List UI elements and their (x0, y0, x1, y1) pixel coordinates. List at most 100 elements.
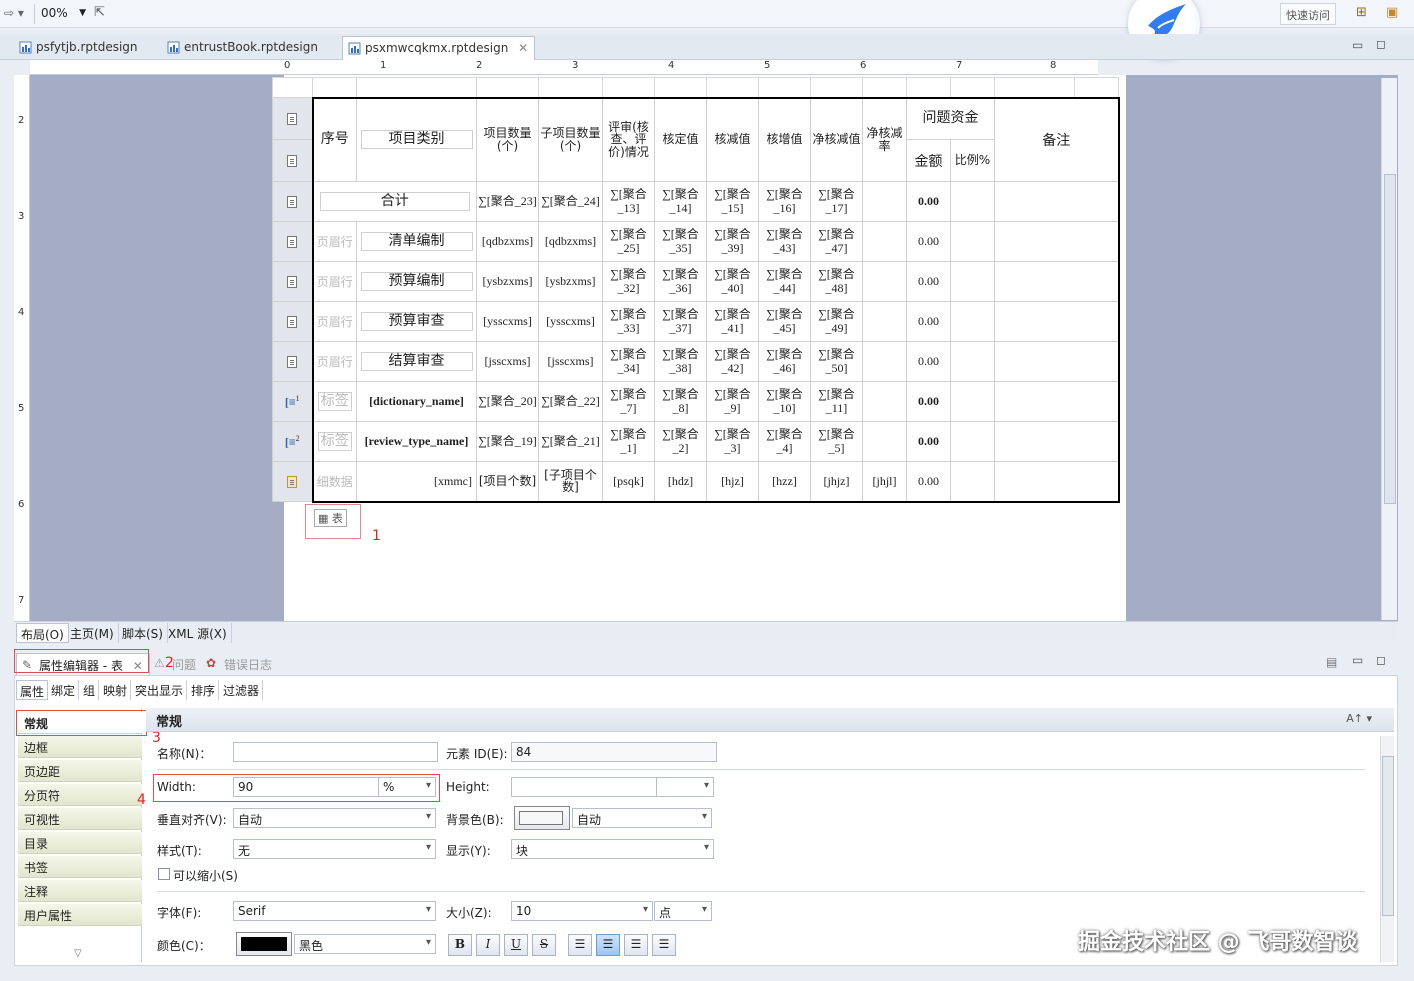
group-cell[interactable]: ∑[聚合_11] (810, 381, 863, 422)
header-jhjl[interactable]: 净核减率 (862, 96, 907, 182)
zoom-combo[interactable]: 00% ▼ (34, 4, 88, 24)
row-cell[interactable]: ∑[聚合_43] (758, 221, 811, 262)
row-cell[interactable]: ∑[聚合_35] (654, 221, 707, 262)
group-cell[interactable]: ∑[聚合_21] (538, 421, 603, 462)
subtab-group[interactable]: 组 (80, 680, 100, 700)
row-name-cell[interactable]: 清单编制 (356, 221, 477, 262)
align-right-button[interactable]: ☰ (624, 934, 648, 956)
category-bookmark[interactable]: 书签 (18, 856, 142, 878)
group-cell[interactable] (862, 381, 907, 422)
minimize-icon[interactable]: ▭ (1352, 653, 1363, 667)
row-cell[interactable]: [ysscxms] (538, 301, 603, 342)
row-cell[interactable] (950, 261, 995, 302)
height-unit-select[interactable] (656, 777, 714, 797)
column-handle[interactable] (602, 77, 655, 98)
column-handle[interactable] (862, 77, 907, 98)
row-name-cell[interactable]: 结算审查 (356, 341, 477, 382)
italic-button[interactable]: I (476, 934, 500, 956)
header-hjz[interactable]: 核减值 (706, 96, 759, 182)
total-cell[interactable] (994, 181, 1120, 222)
tab-psxmwcqkmx[interactable]: psxmwcqkmx.rptdesign ✕ (342, 36, 536, 60)
row-cell[interactable] (994, 341, 1120, 382)
group-name-cell[interactable]: [review_type_name] (356, 421, 477, 462)
column-handle[interactable] (356, 77, 477, 98)
header-hzz[interactable]: 核增值 (758, 96, 811, 182)
row-cell[interactable]: ∑[聚合_48] (810, 261, 863, 302)
total-cell[interactable]: ∑[聚合_23] (476, 181, 539, 222)
row-cell[interactable]: ∑[聚合_36] (654, 261, 707, 302)
size-input[interactable]: 10 (511, 901, 653, 921)
row-handle[interactable]: [≡2 (272, 421, 313, 462)
group-cell[interactable]: ∑[聚合_20] (476, 381, 539, 422)
column-handle[interactable] (538, 77, 603, 98)
detail-cell[interactable] (950, 461, 995, 503)
bgcolor-select[interactable]: 自动 (572, 808, 712, 828)
total-amount-cell[interactable]: 0.00 (906, 181, 951, 222)
detail-cell[interactable]: [jhjz] (810, 461, 863, 503)
row-handle[interactable] (272, 181, 313, 222)
subtab-filter[interactable]: 过滤器 (220, 680, 264, 700)
row-handle[interactable] (272, 139, 313, 182)
header-jhjz[interactable]: 净核减值 (810, 96, 863, 182)
detail-cell[interactable]: [jhjl] (862, 461, 907, 503)
perspective-icon[interactable]: ⊞ (1356, 5, 1367, 20)
underline-button[interactable]: U (504, 934, 528, 956)
group-amount-cell[interactable]: 0.00 (906, 381, 951, 422)
color-select[interactable]: 黑色 (294, 934, 436, 954)
row-handle[interactable] (272, 97, 313, 140)
header-xmlb[interactable]: 项目类别 (356, 96, 477, 182)
chevron-down-icon[interactable]: ▽ (74, 948, 82, 959)
row-cell[interactable]: [ysbzxms] (476, 261, 539, 302)
ghost-cell[interactable]: 页眉行 (311, 341, 357, 382)
tab-script[interactable]: 脚本(S) (118, 623, 168, 643)
row-cell[interactable]: [jssсxms] (538, 341, 603, 382)
row-cell[interactable]: [qdbzxms] (476, 221, 539, 262)
bgcolor-picker-button[interactable] (514, 806, 570, 830)
report-table[interactable]: 序号 项目类别 项目数量(个) 子项目数量(个) 评审(核查、评价)情况 核定值… (272, 77, 1120, 503)
shrink-checkbox[interactable] (158, 868, 170, 880)
total-cell[interactable] (950, 181, 995, 222)
subtab-binding[interactable]: 绑定 (48, 680, 80, 700)
detail-cell[interactable]: [hzz] (758, 461, 811, 503)
group-cell[interactable] (950, 421, 995, 462)
total-cell[interactable]: ∑[聚合_14] (654, 181, 707, 222)
row-cell[interactable]: ∑[聚合_38] (654, 341, 707, 382)
row-cell[interactable] (950, 221, 995, 262)
back-arrow-icon[interactable]: ⇨ ▾ (4, 6, 24, 20)
display-select[interactable]: 块 (511, 839, 714, 859)
row-cell[interactable]: [ysbzxms] (538, 261, 603, 302)
table-tag-box[interactable]: ▦ 表 (305, 504, 361, 539)
detail-cell[interactable]: [hjz] (706, 461, 759, 503)
row-cell[interactable]: ∑[聚合_49] (810, 301, 863, 342)
detail-cell[interactable]: [hdz] (654, 461, 707, 503)
row-handle[interactable] (272, 341, 313, 382)
header-bz[interactable]: 备注 (994, 96, 1120, 182)
subtab-highlight[interactable]: 突出显示 (132, 680, 188, 700)
panel-scrollbar[interactable] (1380, 736, 1394, 962)
category-user-properties[interactable]: 用户属性 (18, 904, 142, 926)
row-name-cell[interactable]: 预算审查 (356, 301, 477, 342)
group-name-cell[interactable]: [dictionary_name] (356, 381, 477, 422)
row-cell[interactable]: [qdbzxms] (538, 221, 603, 262)
header-psqk[interactable]: 评审(核查、评价)情况 (602, 96, 655, 182)
row-cell[interactable]: ∑[聚合_34] (602, 341, 655, 382)
close-icon[interactable]: ✕ (518, 41, 528, 55)
row-cell[interactable]: [ysscxms] (476, 301, 539, 342)
ghost-cell[interactable]: 标签 (311, 381, 357, 422)
ghost-cell[interactable]: 页眉行 (311, 261, 357, 302)
minimize-icon[interactable]: ▭ (1352, 38, 1363, 52)
row-amount-cell[interactable]: 0.00 (906, 341, 951, 382)
subtab-map[interactable]: 映射 (100, 680, 132, 700)
color-picker-button[interactable] (236, 932, 292, 956)
column-handle[interactable] (476, 77, 539, 98)
row-cell[interactable]: ∑[聚合_40] (706, 261, 759, 302)
align-justify-button[interactable]: ☰ (652, 934, 676, 956)
panel-view-icon[interactable]: ▤ (1326, 655, 1337, 669)
sort-icon[interactable]: A↑ ▾ (1346, 712, 1372, 725)
group-cell[interactable]: ∑[聚合_3] (706, 421, 759, 462)
group-cell[interactable]: ∑[聚合_1] (602, 421, 655, 462)
row-cell[interactable]: ∑[聚合_39] (706, 221, 759, 262)
row-handle[interactable] (272, 221, 313, 262)
column-handle[interactable] (706, 77, 759, 98)
tab-entrustbook[interactable]: entrustBook.rptdesign (162, 36, 324, 60)
